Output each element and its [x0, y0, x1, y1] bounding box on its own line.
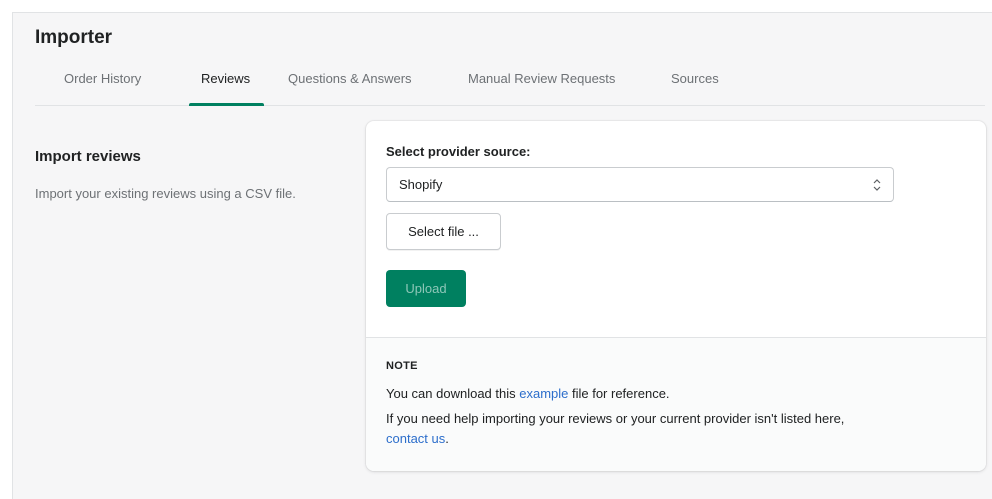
provider-source-select[interactable]: Shopify: [386, 167, 894, 202]
contact-us-link[interactable]: contact us: [386, 431, 445, 446]
tab-reviews[interactable]: Reviews: [188, 65, 265, 106]
provider-source-value: Shopify: [399, 177, 443, 192]
note-section: NOTE You can download this example file …: [366, 337, 986, 471]
section-title: Import reviews: [35, 148, 141, 165]
upload-button[interactable]: Upload: [386, 270, 466, 307]
note-heading: NOTE: [386, 360, 418, 372]
tab-questions-answers[interactable]: Questions & Answers: [288, 65, 412, 105]
note-download-text-after: file for reference.: [568, 386, 670, 401]
page-title: Importer: [35, 27, 113, 48]
note-contact-line: contact us.: [386, 429, 449, 449]
tab-bar: Order History Reviews Questions & Answer…: [35, 65, 985, 106]
section-description: Import your existing reviews using a CSV…: [35, 186, 296, 201]
note-download-line: You can download this example file for r…: [386, 384, 670, 404]
importer-page: Importer Order History Reviews Questions…: [12, 12, 992, 499]
tab-manual-review-requests[interactable]: Manual Review Requests: [468, 65, 615, 105]
provider-source-label: Select provider source:: [386, 144, 531, 159]
import-form: Select provider source: Shopify Select f…: [366, 121, 986, 337]
tab-sources[interactable]: Sources: [671, 65, 719, 105]
select-arrows-icon: [873, 179, 881, 191]
note-help-line: If you need help importing your reviews …: [386, 411, 845, 426]
tab-order-history[interactable]: Order History: [64, 65, 141, 105]
select-file-button[interactable]: Select file ...: [386, 213, 501, 250]
import-card: Select provider source: Shopify Select f…: [366, 121, 986, 471]
note-contact-period: .: [445, 431, 449, 446]
note-download-text-before: You can download this: [386, 386, 520, 401]
example-file-link[interactable]: example: [519, 386, 568, 401]
